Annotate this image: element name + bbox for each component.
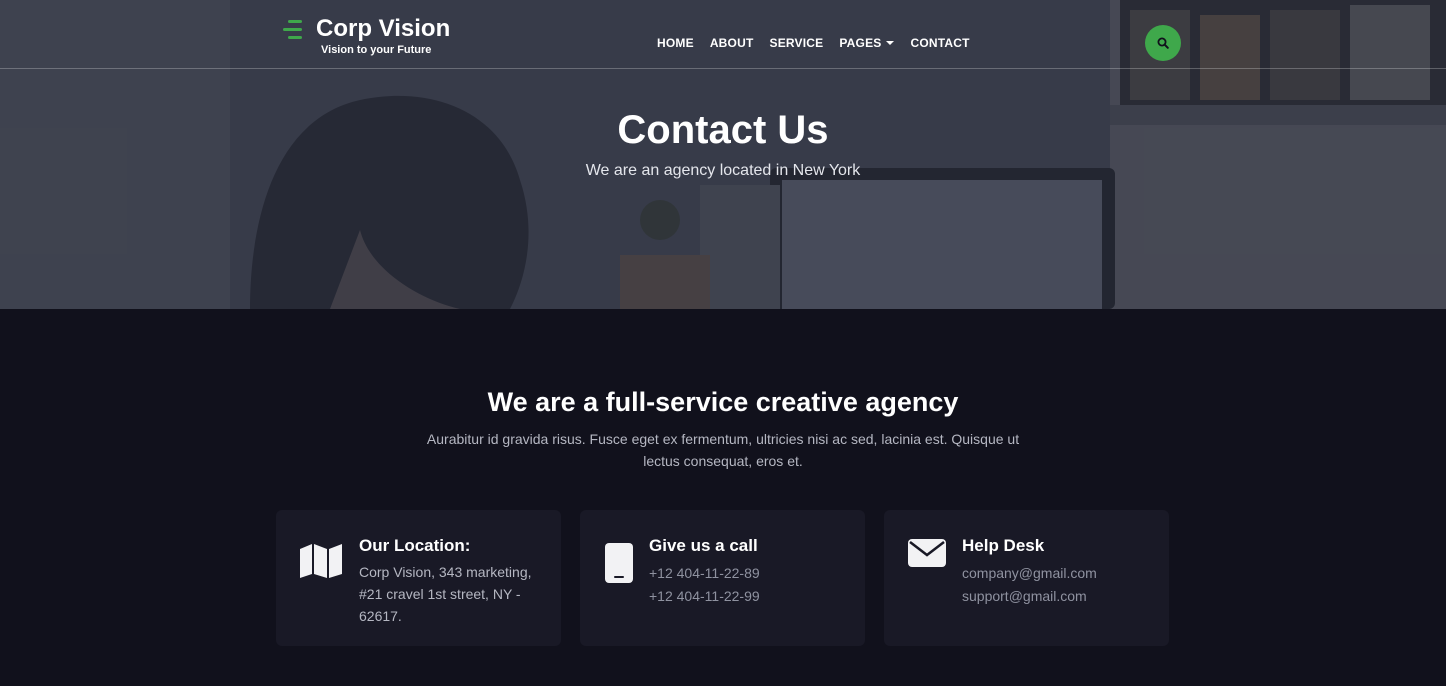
helpdesk-card: Help Desk company@gmail.com support@gmai… [884, 510, 1169, 646]
main-nav: HOME ABOUT SERVICE PAGES CONTACT [657, 36, 986, 50]
call-card: Give us a call +12 404-11-22-89 +12 404-… [580, 510, 865, 646]
nav-service[interactable]: SERVICE [769, 36, 823, 50]
site-header: Corp Vision Vision to your Future HOME A… [0, 0, 1446, 69]
location-card: Our Location: Corp Vision, 343 marketing… [276, 510, 561, 646]
nav-home[interactable]: HOME [657, 36, 694, 50]
location-address: Corp Vision, 343 marketing, #21 cravel 1… [359, 564, 532, 624]
nav-about-label: ABOUT [709, 36, 754, 50]
section-title: We are a full-service creative agency [487, 387, 959, 417]
brand-name: Corp Vision [316, 15, 451, 42]
helpdesk-emails: company@gmail.com support@gmail.com [962, 562, 1147, 608]
brand-logo[interactable]: Corp Vision Vision to your Future [283, 15, 450, 57]
nav-home-label: HOME [657, 36, 694, 50]
page-title: Contact Us [617, 108, 829, 152]
search-icon [1157, 37, 1169, 49]
card-title: Help Desk [962, 536, 1045, 555]
phone-number[interactable]: +12 404-11-22-89 [649, 562, 834, 585]
email-link[interactable]: company@gmail.com [962, 562, 1147, 585]
section-description: Aurabitur id gravida risus. Fusce eget e… [426, 431, 1020, 469]
email-link[interactable]: support@gmail.com [962, 585, 1147, 608]
phone-icon [605, 543, 633, 583]
card-title: Our Location: [359, 536, 471, 555]
nav-pages[interactable]: PAGES [839, 36, 895, 50]
brand-tagline: Vision to your Future [321, 44, 432, 56]
map-icon [300, 544, 342, 578]
search-button[interactable] [1145, 25, 1181, 61]
nav-service-label: SERVICE [769, 36, 824, 50]
nav-about[interactable]: ABOUT [710, 36, 754, 50]
phone-numbers: +12 404-11-22-89 +12 404-11-22-99 [649, 562, 834, 608]
nav-contact-label: CONTACT [910, 36, 970, 50]
envelope-icon [908, 539, 946, 567]
page-subtitle: We are an agency located in New York [585, 162, 861, 179]
contact-section: We are a full-service creative agency Au… [0, 309, 1446, 686]
card-title: Give us a call [649, 536, 758, 555]
nav-contact[interactable]: CONTACT [910, 36, 969, 50]
phone-number[interactable]: +12 404-11-22-99 [649, 585, 834, 608]
menu-lines-icon [283, 20, 302, 39]
nav-pages-label: PAGES [839, 36, 882, 50]
caret-down-icon [886, 41, 895, 45]
